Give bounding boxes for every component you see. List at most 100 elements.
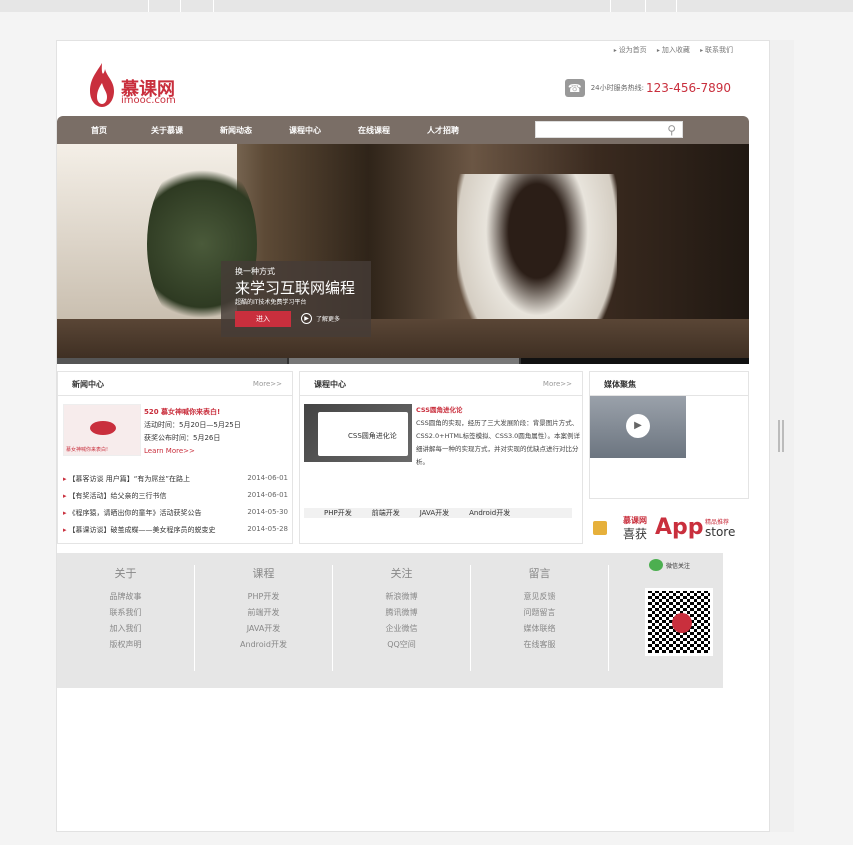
list-item[interactable]: 【慕课访谈】破茧成蝶——美女程序员的蜕变史 2014-05-28 xyxy=(63,525,288,542)
list-item[interactable]: 【有奖活动】给父亲的三行书信 2014-06-01 xyxy=(63,491,288,508)
footer-link[interactable]: 品牌故事 xyxy=(57,589,194,605)
media-panel-header: 媒体聚焦 xyxy=(590,372,748,396)
site-footer: 关于 品牌故事 联系我们 加入我们 版权声明 课程 PHP开发 前端开发 JAV… xyxy=(57,553,723,688)
search-icon[interactable]: ⚲ xyxy=(667,123,676,137)
hotline: ☎ 24小时服务热线: 123-456-7890 xyxy=(564,79,731,97)
course-tabs: PHP开发 前端开发 JAVA开发 Android开发 xyxy=(304,508,572,518)
top-utility-nav: 设为首页 加入收藏 联系我们 xyxy=(606,45,733,55)
logo-domain: imooc.com xyxy=(121,95,176,106)
qr-code xyxy=(645,588,713,656)
news-item-title[interactable]: 【慕课访谈】破茧成蝶——美女程序员的蜕变史 xyxy=(63,525,235,535)
footer-link[interactable]: JAVA开发 xyxy=(195,621,332,637)
lips-icon xyxy=(90,421,116,435)
cta-subline: 超酷的IT技术免费学习平台 xyxy=(235,299,307,306)
enter-button[interactable]: 进入 xyxy=(235,311,291,327)
footer-link[interactable]: 新浪微博 xyxy=(333,589,470,605)
learn-more-button[interactable]: ▶ 了解更多 xyxy=(301,313,340,324)
tab-android[interactable]: Android开发 xyxy=(469,508,510,518)
news-item-date: 2014-05-28 xyxy=(247,525,288,533)
toolbar-divider xyxy=(213,0,214,12)
tab-php[interactable]: PHP开发 xyxy=(324,508,352,518)
footer-link[interactable]: 腾讯微博 xyxy=(333,605,470,621)
viewer-toolbar xyxy=(0,0,853,12)
footer-link[interactable]: 加入我们 xyxy=(57,621,194,637)
play-circle-icon: ▶ xyxy=(301,313,312,324)
news-more-link[interactable]: More>> xyxy=(253,380,282,388)
news-feature-image[interactable]: 慕女神喊你来表白! xyxy=(63,404,141,456)
app-promo[interactable]: 慕课网 喜获 App 精品推荐 store xyxy=(589,505,749,543)
banner-cta-box: 换一种方式 来学习互联网编程 超酷的IT技术免费学习平台 进入 ▶ 了解更多 xyxy=(221,261,371,337)
slide-dot[interactable] xyxy=(289,358,519,364)
course-thumbnail[interactable]: CSS圆角进化论 xyxy=(304,404,412,462)
course-thumbnail-label: CSS圆角进化论 xyxy=(348,432,397,440)
nav-jobs[interactable]: 人才招聘 xyxy=(427,125,459,136)
add-favorite-link[interactable]: 加入收藏 xyxy=(657,46,690,54)
search-input[interactable]: ⚲ xyxy=(535,121,683,138)
tab-java[interactable]: JAVA开发 xyxy=(420,508,449,518)
news-list: 【慕客访谈 用户篇】“有为屌丝”在路上 2014-06-01 【有奖活动】给父亲的… xyxy=(63,474,288,542)
toolbar-divider xyxy=(645,0,646,12)
hotline-number: 123-456-7890 xyxy=(645,81,731,95)
media-video[interactable]: ▶ xyxy=(590,396,686,458)
toolbar-divider xyxy=(610,0,611,12)
news-item-title[interactable]: 【慕客访谈 用户篇】“有为屌丝”在路上 xyxy=(63,474,235,484)
list-item[interactable]: 《程序猿，请晒出你的童年》活动获奖公告 2014-05-30 xyxy=(63,508,288,525)
news-item-date: 2014-06-01 xyxy=(247,491,288,499)
banner-slider-indicator[interactable] xyxy=(57,358,749,364)
nav-home[interactable]: 首页 xyxy=(91,125,107,136)
news-panel-header: 新闻中心 More>> xyxy=(58,372,292,396)
footer-link[interactable]: PHP开发 xyxy=(195,589,332,605)
feature-learn-more[interactable]: Learn More>> xyxy=(144,445,241,458)
footer-col-follow: 关注 新浪微博 腾讯微博 企业微信 QQ空间 xyxy=(333,565,471,671)
media-title: 媒体聚焦 xyxy=(604,380,636,389)
play-icon[interactable]: ▶ xyxy=(626,414,650,438)
footer-heading: 关注 xyxy=(390,567,413,580)
app-store-text: store xyxy=(705,525,736,539)
set-homepage-link[interactable]: 设为首页 xyxy=(614,46,647,54)
phone-icon: ☎ xyxy=(564,79,585,97)
nav-online[interactable]: 在线课程 xyxy=(358,125,390,136)
footer-heading: 留言 xyxy=(528,567,551,580)
footer-link[interactable]: QQ空间 xyxy=(333,637,470,653)
news-feature-text: 520 慕女神喊你来表白! 活动时间：5月20日—5月25日 获奖公布时间：5月… xyxy=(144,406,241,458)
hotline-label: 24小时服务热线: xyxy=(590,84,644,92)
slide-dot[interactable] xyxy=(57,358,287,364)
hero-banner: 换一种方式 来学习互联网编程 超酷的IT技术免费学习平台 进入 ▶ 了解更多 xyxy=(57,144,749,364)
news-item-title[interactable]: 《程序猿，请晒出你的童年》活动获奖公告 xyxy=(63,508,235,518)
app-icon xyxy=(593,521,607,535)
footer-link[interactable]: 意见反馈 xyxy=(471,589,608,605)
wechat-icon xyxy=(649,559,663,571)
flame-logo-icon xyxy=(90,63,114,107)
footer-col-about: 关于 品牌故事 联系我们 加入我们 版权声明 xyxy=(57,565,195,671)
news-panel: 新闻中心 More>> 慕女神喊你来表白! 520 慕女神喊你来表白! 活动时间… xyxy=(57,371,293,544)
app-promo-panel: 慕课网 喜获 App 精品推荐 store xyxy=(589,505,749,545)
footer-heading: 课程 xyxy=(252,567,275,580)
list-item[interactable]: 【慕客访谈 用户篇】“有为屌丝”在路上 2014-06-01 xyxy=(63,474,288,491)
feature-headline[interactable]: 520 慕女神喊你来表白! xyxy=(144,406,241,419)
footer-link[interactable]: 前端开发 xyxy=(195,605,332,621)
nav-courses[interactable]: 课程中心 xyxy=(289,125,321,136)
footer-link[interactable]: 在线客服 xyxy=(471,637,608,653)
nav-news[interactable]: 新闻动态 xyxy=(220,125,252,136)
nav-about[interactable]: 关于慕课 xyxy=(151,125,183,136)
course-panel: 课程中心 More>> CSS圆角进化论 CSS圆角进化论 CSS圆角的实现，经… xyxy=(299,371,583,544)
contact-us-link[interactable]: 联系我们 xyxy=(700,46,733,54)
resize-grip[interactable] xyxy=(778,420,784,452)
course-description: CSS圆角进化论 CSS圆角的实现，经历了三大发展阶段：背景图片方式、CSS2.… xyxy=(416,404,582,469)
toolbar-divider xyxy=(180,0,181,12)
footer-link[interactable]: Android开发 xyxy=(195,637,332,653)
footer-link[interactable]: 版权声明 xyxy=(57,637,194,653)
footer-link[interactable]: 联系我们 xyxy=(57,605,194,621)
footer-heading: 关于 xyxy=(114,567,137,580)
cta-line1: 换一种方式 xyxy=(235,267,275,276)
footer-link[interactable]: 企业微信 xyxy=(333,621,470,637)
slide-dot[interactable] xyxy=(521,358,749,364)
wechat-follow: 微信关注 xyxy=(649,559,690,571)
tab-frontend[interactable]: 前端开发 xyxy=(372,508,400,518)
footer-link[interactable]: 媒体联络 xyxy=(471,621,608,637)
course-more-link[interactable]: More>> xyxy=(543,380,572,388)
course-headline[interactable]: CSS圆角进化论 xyxy=(416,404,582,417)
footer-link[interactable]: 问题留言 xyxy=(471,605,608,621)
news-item-title[interactable]: 【有奖活动】给父亲的三行书信 xyxy=(63,491,235,501)
media-panel: 媒体聚焦 ▶ xyxy=(589,371,749,499)
